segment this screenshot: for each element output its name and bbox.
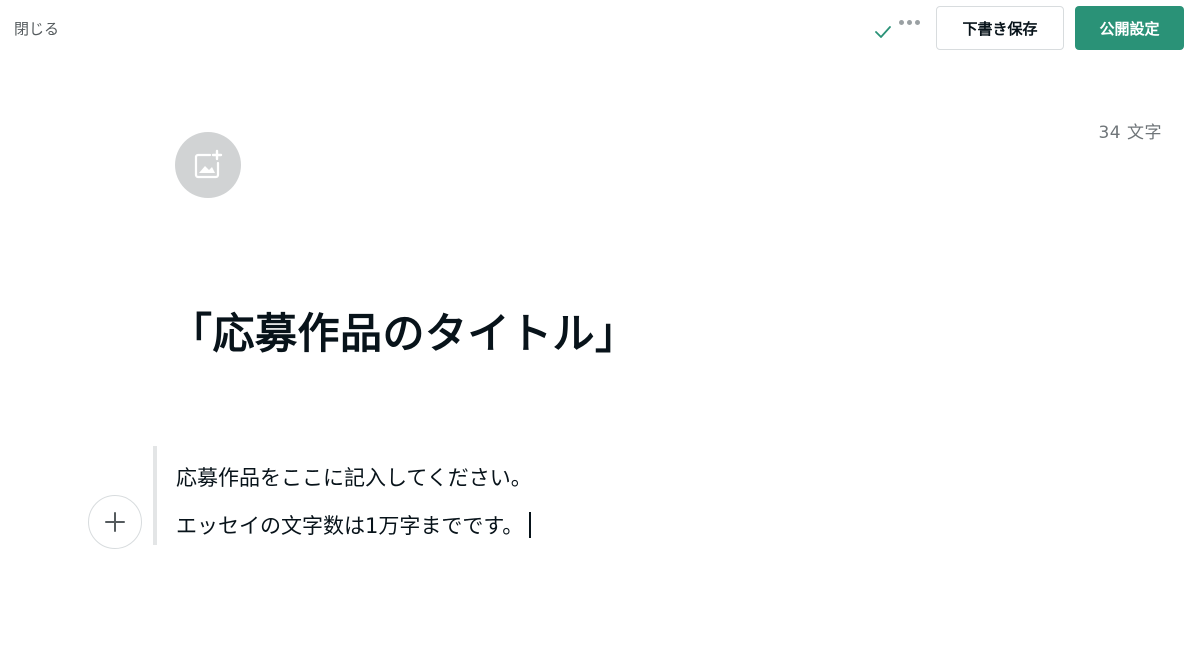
body-line-with-caret: エッセイの文字数は1万字までです。	[176, 502, 532, 550]
body-line-text: エッセイの文字数は1万字までです。	[176, 514, 524, 538]
header-actions: 下書き保存 公開設定	[873, 6, 1184, 50]
publish-settings-button[interactable]: 公開設定	[1075, 6, 1184, 50]
text-caret	[529, 512, 532, 538]
more-dot	[899, 19, 904, 25]
add-image-button[interactable]	[175, 132, 241, 198]
more-dot	[907, 19, 912, 25]
close-button[interactable]: 閉じる	[14, 18, 59, 39]
plus-icon	[105, 512, 125, 532]
more-dot	[915, 19, 920, 25]
body-line: 応募作品をここに記入してください。	[176, 466, 532, 490]
insert-block-button[interactable]	[88, 495, 142, 549]
char-count: 34 文字	[1098, 123, 1162, 143]
save-draft-button[interactable]: 下書き保存	[936, 6, 1064, 50]
editor-page: 閉じる 下書き保存 公開設定 34 文字 「応募作品のタイトル」 応募作品をここ…	[0, 0, 1200, 672]
article-title[interactable]: 「応募作品のタイトル」	[170, 300, 638, 361]
paragraph-indicator	[153, 446, 157, 545]
more-options-icon[interactable]	[899, 19, 920, 25]
article-body[interactable]: 応募作品をここに記入してください。 エッセイの文字数は1万字までです。	[176, 454, 532, 550]
add-image-icon	[194, 149, 223, 179]
check-icon	[875, 26, 891, 38]
